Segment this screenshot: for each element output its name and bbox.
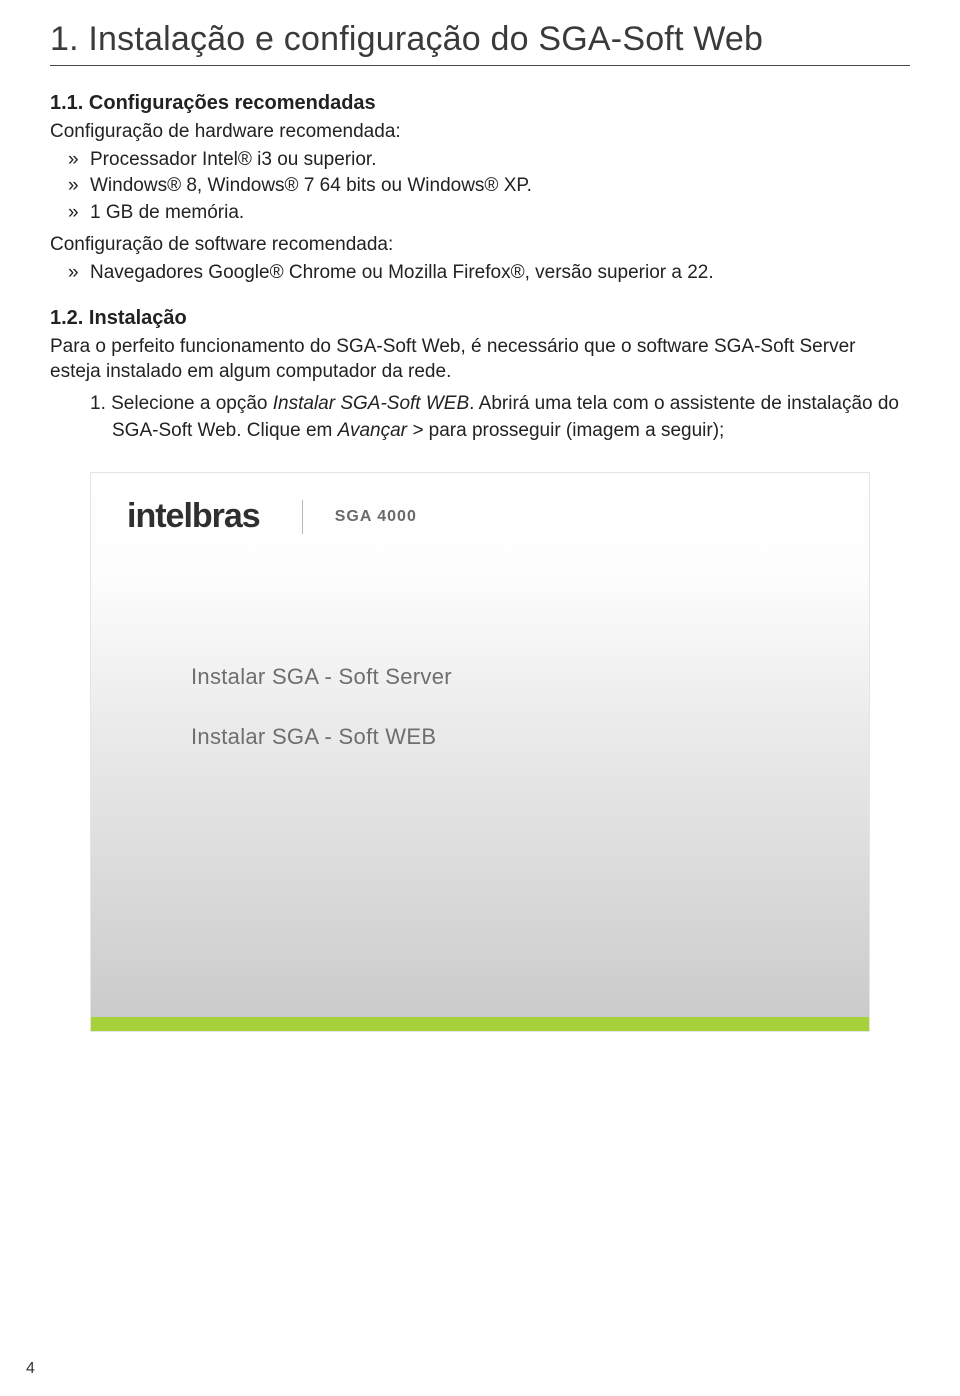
page-title: 1. Instalação e configuração do SGA-Soft… [50,20,910,66]
section-1-2: 1.2. Instalação Para o perfeito funciona… [50,307,910,444]
step-text-c: para prosseguir (imagem a seguir); [423,420,724,441]
sw-config-intro: Configuração de software recomendada: [50,232,910,258]
sw-bullet-list: Navegadores Google® Chrome ou Mozilla Fi… [50,260,910,287]
step-number: 1. [90,393,111,414]
step-text-italic-1: Instalar SGA-Soft WEB [273,393,469,414]
list-item: 1 GB de memória. [50,200,910,227]
brand-name: intelbras [127,497,260,536]
hw-bullet-list: Processador Intel® i3 ou superior. Windo… [50,147,910,227]
installer-footer-bar [91,1017,869,1031]
installer-window: intelbras SGA 4000 Instalar SGA - Soft S… [90,472,870,1032]
section-1-2-intro: Para o perfeito funcionamento do SGA-Sof… [50,334,910,385]
step-1: 1. Selecione a opção Instalar SGA-Soft W… [90,391,910,444]
step-text-a: Selecione a opção [111,393,273,414]
section-1-1-title: 1.1. Configurações recomendadas [50,92,910,115]
section-1-1: 1.1. Configurações recomendadas Configur… [50,92,910,287]
brand-logo: intelbras [127,497,260,536]
install-web-option[interactable]: Instalar SGA - Soft WEB [191,724,869,750]
hw-config-intro: Configuração de hardware recomendada: [50,119,910,145]
page-number: 4 [26,1360,35,1378]
section-1-2-title: 1.2. Instalação [50,307,910,330]
installer-header: intelbras SGA 4000 [91,473,869,554]
install-server-option[interactable]: Instalar SGA - Soft Server [191,664,869,690]
list-item: Navegadores Google® Chrome ou Mozilla Fi… [50,260,910,287]
step-text-italic-2: Avançar > [338,420,424,441]
list-item: Processador Intel® i3 ou superior. [50,147,910,174]
document-page: 1. Instalação e configuração do SGA-Soft… [0,0,960,1396]
installer-screenshot: intelbras SGA 4000 Instalar SGA - Soft S… [90,472,870,1032]
list-item: Windows® 8, Windows® 7 64 bits ou Window… [50,173,910,200]
divider [302,500,303,534]
product-name: SGA 4000 [335,508,417,526]
installer-menu: Instalar SGA - Soft Server Instalar SGA … [91,664,869,750]
numbered-list: 1. Selecione a opção Instalar SGA-Soft W… [50,391,910,444]
